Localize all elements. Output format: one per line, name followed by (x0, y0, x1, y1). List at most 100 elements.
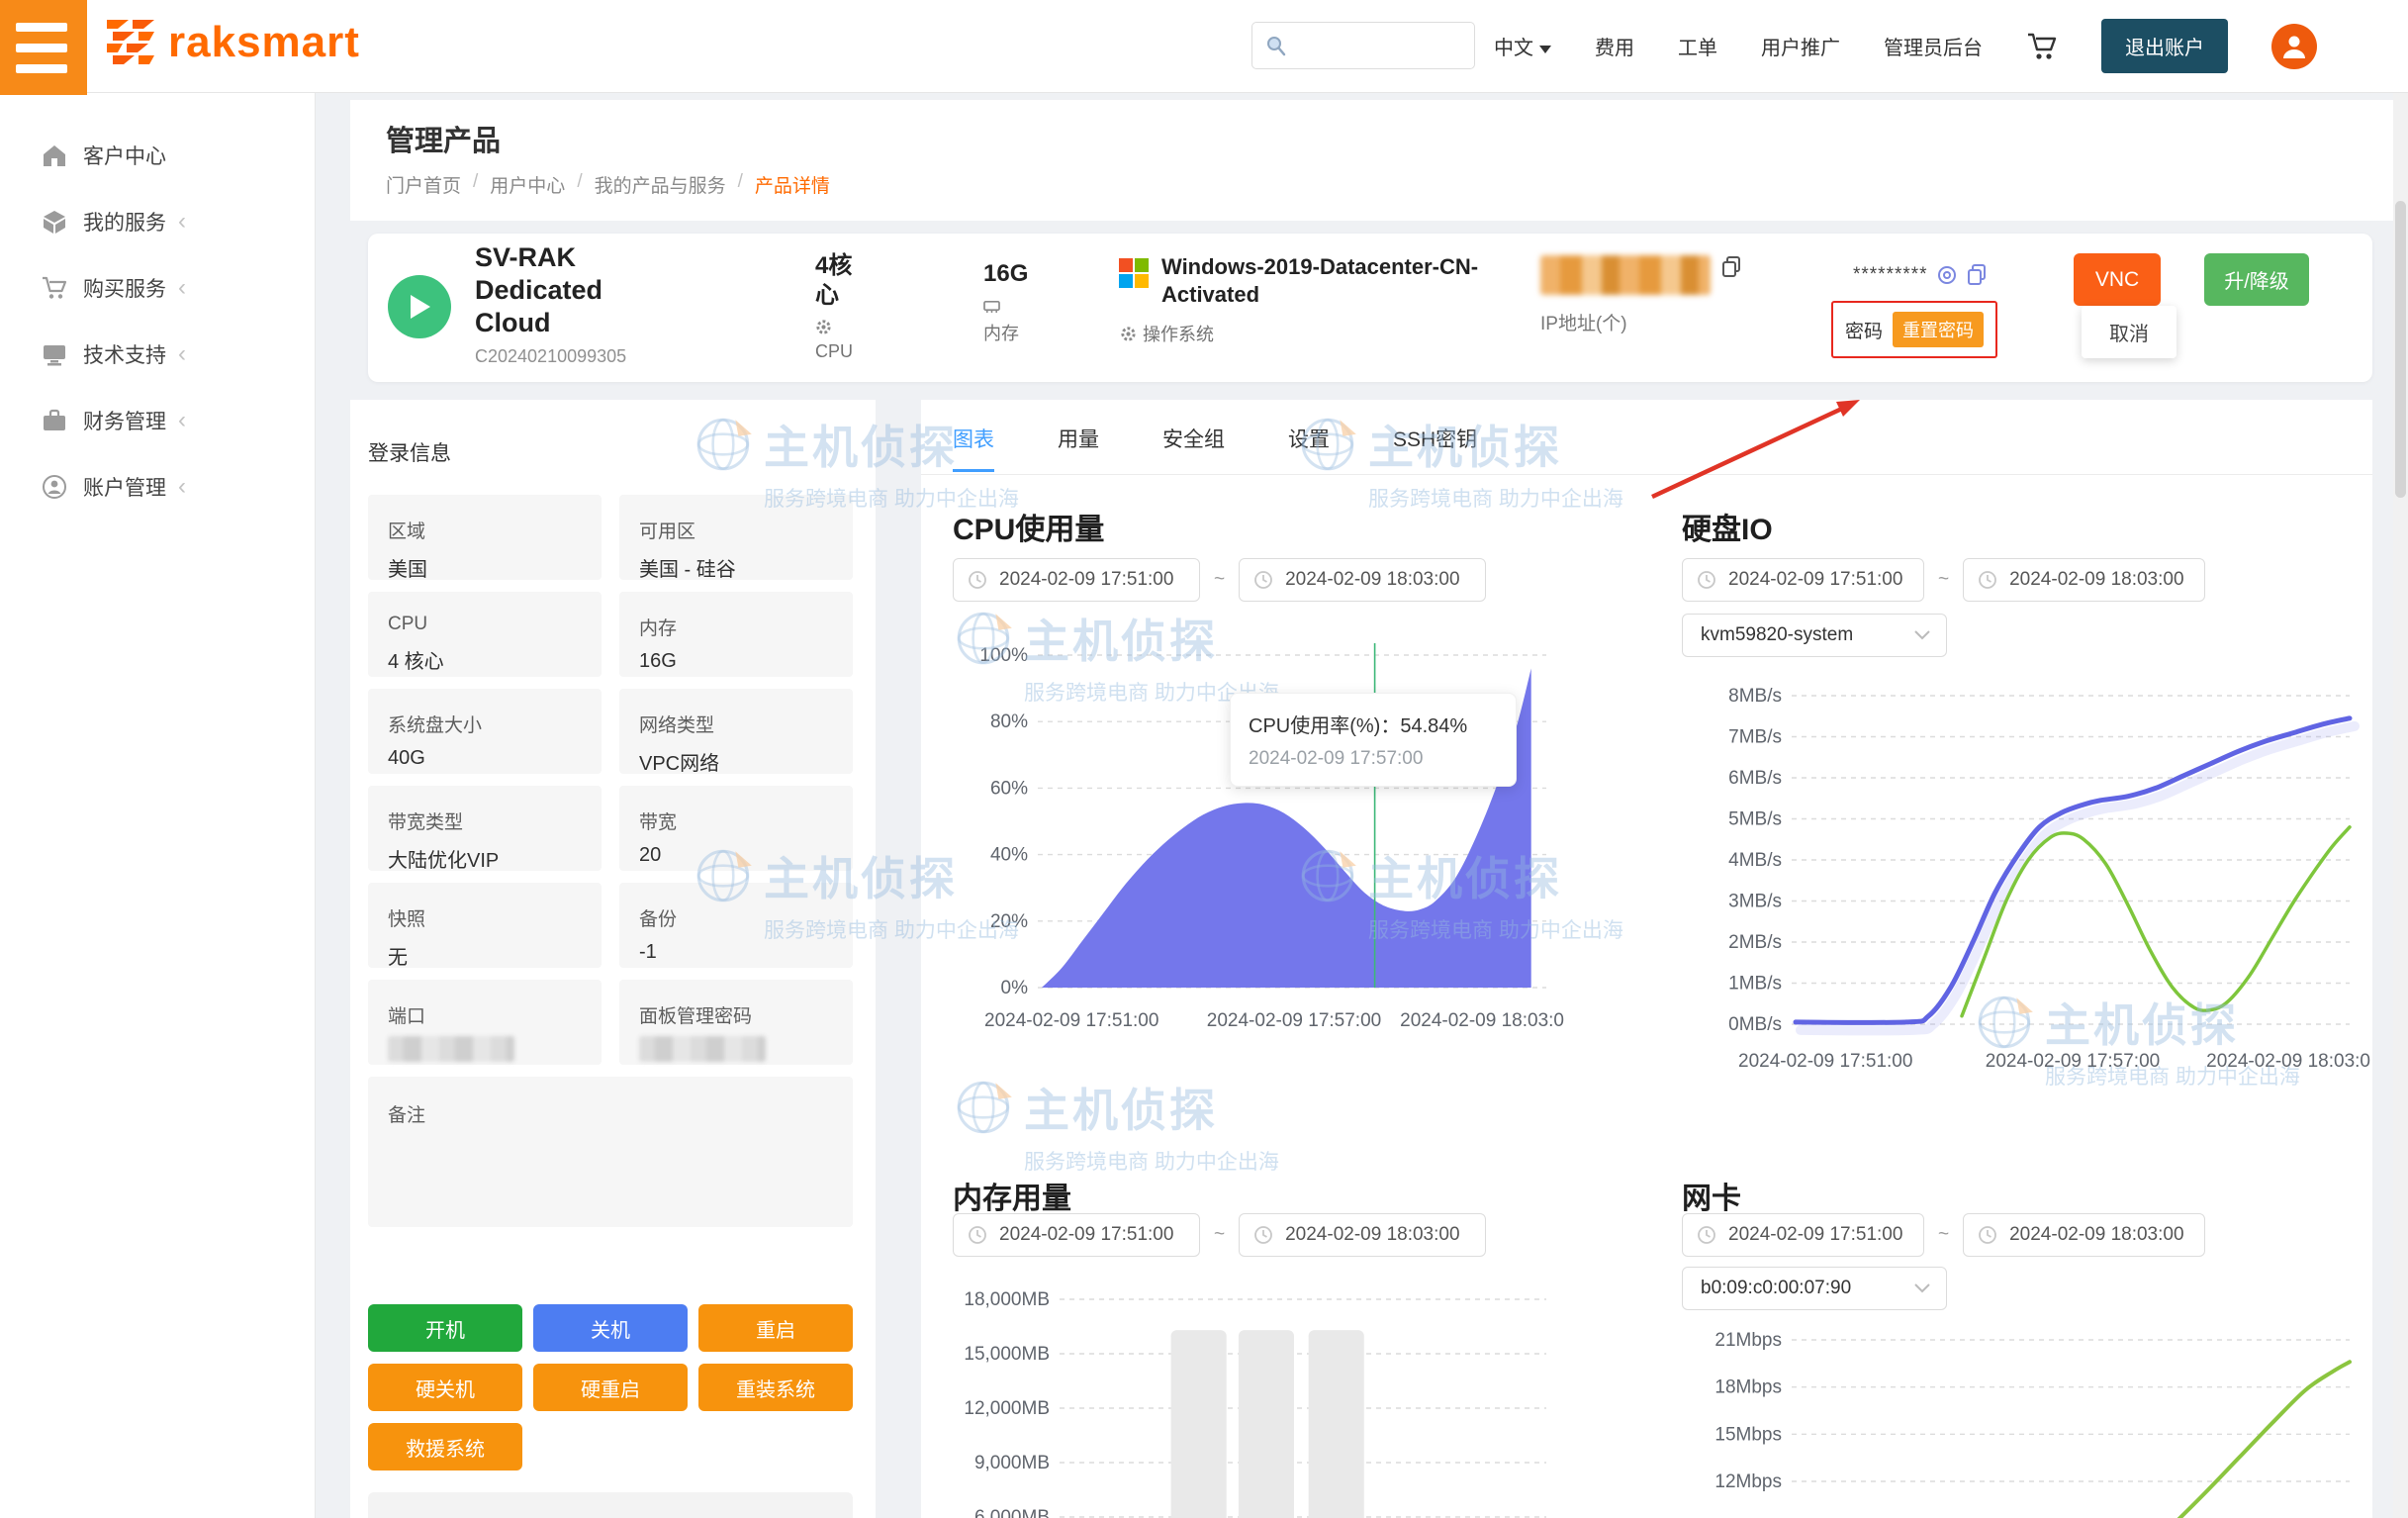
product-name: SV-RAKDedicatedCloud (475, 241, 602, 339)
avatar[interactable] (2271, 24, 2317, 69)
sidebar-item-my-services[interactable]: 我的服务‹ (0, 188, 315, 254)
windows-logo-icon (1118, 257, 1150, 289)
info-box-port: 端口 (368, 980, 602, 1065)
chevron-down-icon (1914, 1283, 1930, 1293)
eye-icon[interactable] (1936, 264, 1958, 286)
chart-tabs: 图表 用量 安全组 设置 SSH密钥 (953, 424, 1477, 472)
svg-text:15Mbps: 15Mbps (1714, 1424, 1782, 1445)
power-on-button[interactable]: 开机 (368, 1304, 522, 1352)
svg-text:3MB/s: 3MB/s (1728, 892, 1782, 912)
chevron-left-icon: ‹ (178, 407, 186, 434)
svg-text:5MB/s: 5MB/s (1728, 809, 1782, 830)
date-from-input[interactable]: 2024-02-09 17:51:00 (953, 558, 1200, 602)
tab-charts[interactable]: 图表 (953, 424, 994, 472)
date-to-input[interactable]: 2024-02-09 18:03:00 (1963, 558, 2205, 602)
clock-icon (1978, 570, 1997, 590)
sidebar: 客户中心 我的服务‹ 购买服务‹ 技术支持‹ 财务管理‹ 账户管理‹ (0, 92, 316, 1518)
info-box-zone: 可用区美国 - 硅谷 (619, 495, 853, 580)
scrollbar-thumb[interactable] (2395, 201, 2406, 498)
memory-chip-icon (983, 299, 1000, 314)
hard-power-off-button[interactable]: 硬关机 (368, 1364, 522, 1411)
vnc-button[interactable]: VNC (2074, 253, 2161, 306)
rescue-system-button[interactable]: 救援系统 (368, 1423, 522, 1471)
clock-icon (1253, 570, 1273, 590)
sidebar-item-finance[interactable]: 财务管理‹ (0, 387, 315, 453)
scrollbar[interactable] (2393, 92, 2408, 1518)
port-redacted (388, 1036, 514, 1062)
power-status-icon[interactable] (388, 275, 451, 338)
top-navigation: 中文 费用 工单 用户推广 管理员后台 退出账户 (1494, 0, 2317, 92)
date-from-input[interactable]: 2024-02-09 17:51:00 (953, 1213, 1200, 1257)
cpu-chart-tooltip: CPU使用率(%)：54.84% 2024-02-09 17:57:00 (1230, 693, 1517, 787)
info-box-snapshot: 快照无 (368, 883, 602, 968)
hamburger-menu-icon[interactable] (0, 0, 87, 95)
spec-cpu: 4核心 CPU (815, 251, 873, 362)
sidebar-item-buy-services[interactable]: 购买服务‹ (0, 254, 315, 321)
breadcrumb-item[interactable]: 我的产品与服务 (595, 171, 726, 198)
info-box-bandwidth-type: 带宽类型大陆优化VIP (368, 786, 602, 871)
svg-text:4MB/s: 4MB/s (1728, 850, 1782, 871)
date-from-input[interactable]: 2024-02-09 17:51:00 (1682, 1213, 1924, 1257)
tab-usage[interactable]: 用量 (1058, 424, 1099, 472)
raksmart-console-page: raksmart 中文 费用 工单 用户推广 管理员后台 退出账户 (0, 0, 2408, 1518)
network-interface-select[interactable]: b0:09:c0:00:07:90 (1682, 1267, 1947, 1310)
home-icon (42, 142, 67, 168)
network-traffic-chart[interactable]: 21Mbps18Mbps15Mbps12Mbps (1682, 1316, 2372, 1518)
tab-settings[interactable]: 设置 (1288, 424, 1330, 472)
os-name: Windows-2019-Datacenter-CN-Activated (1161, 253, 1498, 309)
upgrade-downgrade-button[interactable]: 升/降级 (2204, 253, 2309, 306)
breadcrumb-item[interactable]: 用户中心 (490, 171, 565, 198)
svg-text:8MB/s: 8MB/s (1728, 686, 1782, 707)
memory-date-range: 2024-02-09 17:51:00 ~ 2024-02-09 18:03:0… (953, 1213, 1486, 1257)
sidebar-item-tech-support[interactable]: 技术支持‹ (0, 321, 315, 387)
disk-io-chart[interactable]: 8MB/s7MB/s6MB/s5MB/s4MB/s3MB/s2MB/s1MB/s… (1682, 683, 2372, 1098)
copy-icon[interactable] (1966, 263, 1988, 287)
svg-text:12Mbps: 12Mbps (1714, 1471, 1782, 1492)
date-to-input[interactable]: 2024-02-09 18:03:00 (1239, 1213, 1486, 1257)
disk-device-select[interactable]: kvm59820-system (1682, 614, 1947, 657)
search-box[interactable] (1251, 22, 1475, 69)
tab-ssh-key[interactable]: SSH密钥 (1393, 424, 1477, 472)
power-off-button[interactable]: 关机 (533, 1304, 688, 1352)
ip-label: IP地址(个) (1540, 309, 1742, 335)
breadcrumb-item[interactable]: 门户首页 (386, 171, 461, 198)
search-icon (1264, 34, 1288, 57)
svg-text:18Mbps: 18Mbps (1714, 1377, 1782, 1398)
memory-usage-chart[interactable]: 18,000MB15,000MB12,000MB9,000MB6,000MB (953, 1267, 1566, 1518)
clock-icon (1697, 570, 1716, 590)
nav-language[interactable]: 中文 (1494, 32, 1551, 60)
ip-block: IP地址(个) (1540, 255, 1742, 335)
search-input[interactable] (1288, 35, 1460, 57)
nav-admin[interactable]: 管理员后台 (1884, 32, 1983, 60)
cart-icon[interactable] (2026, 32, 2058, 61)
date-to-input[interactable]: 2024-02-09 18:03:00 (1239, 558, 1486, 602)
top-header: raksmart 中文 费用 工单 用户推广 管理员后台 退出账户 (0, 0, 2408, 93)
date-from-input[interactable]: 2024-02-09 17:51:00 (1682, 558, 1924, 602)
nav-referral[interactable]: 用户推广 (1761, 32, 1840, 60)
tab-security-group[interactable]: 安全组 (1162, 424, 1225, 472)
account-icon (42, 474, 67, 500)
breadcrumb-current: 产品详情 (755, 171, 830, 198)
password-block: ********* 密码 重置密码 (1831, 263, 1997, 358)
password-masked: ********* (1853, 264, 1928, 286)
product-id: C20240210099305 (475, 346, 626, 367)
nav-tickets[interactable]: 工单 (1678, 32, 1717, 60)
logout-button[interactable]: 退出账户 (2101, 19, 2228, 73)
gear-icon (815, 319, 832, 335)
hard-reboot-button[interactable]: 硬重启 (533, 1364, 688, 1411)
date-to-input[interactable]: 2024-02-09 18:03:00 (1963, 1213, 2205, 1257)
svg-text:2024-02-09 18:03:0: 2024-02-09 18:03:0 (2206, 1051, 2370, 1072)
nav-billing[interactable]: 费用 (1595, 32, 1634, 60)
product-summary-card: SV-RAKDedicatedCloud C20240210099305 4核心… (368, 234, 2372, 382)
brand-logo[interactable]: raksmart (103, 14, 360, 71)
reboot-button[interactable]: 重启 (698, 1304, 853, 1352)
copy-icon[interactable] (1720, 255, 1742, 279)
cancel-menu-item[interactable]: 取消 (2082, 306, 2176, 358)
reinstall-os-button[interactable]: 重装系统 (698, 1364, 853, 1411)
reset-password-button[interactable]: 重置密码 (1893, 312, 1984, 347)
sidebar-item-customer-center[interactable]: 客户中心 (0, 122, 315, 188)
brand-name: raksmart (168, 18, 360, 67)
sidebar-item-account[interactable]: 账户管理‹ (0, 453, 315, 520)
svg-text:0%: 0% (1001, 978, 1029, 998)
svg-text:6MB/s: 6MB/s (1728, 768, 1782, 789)
